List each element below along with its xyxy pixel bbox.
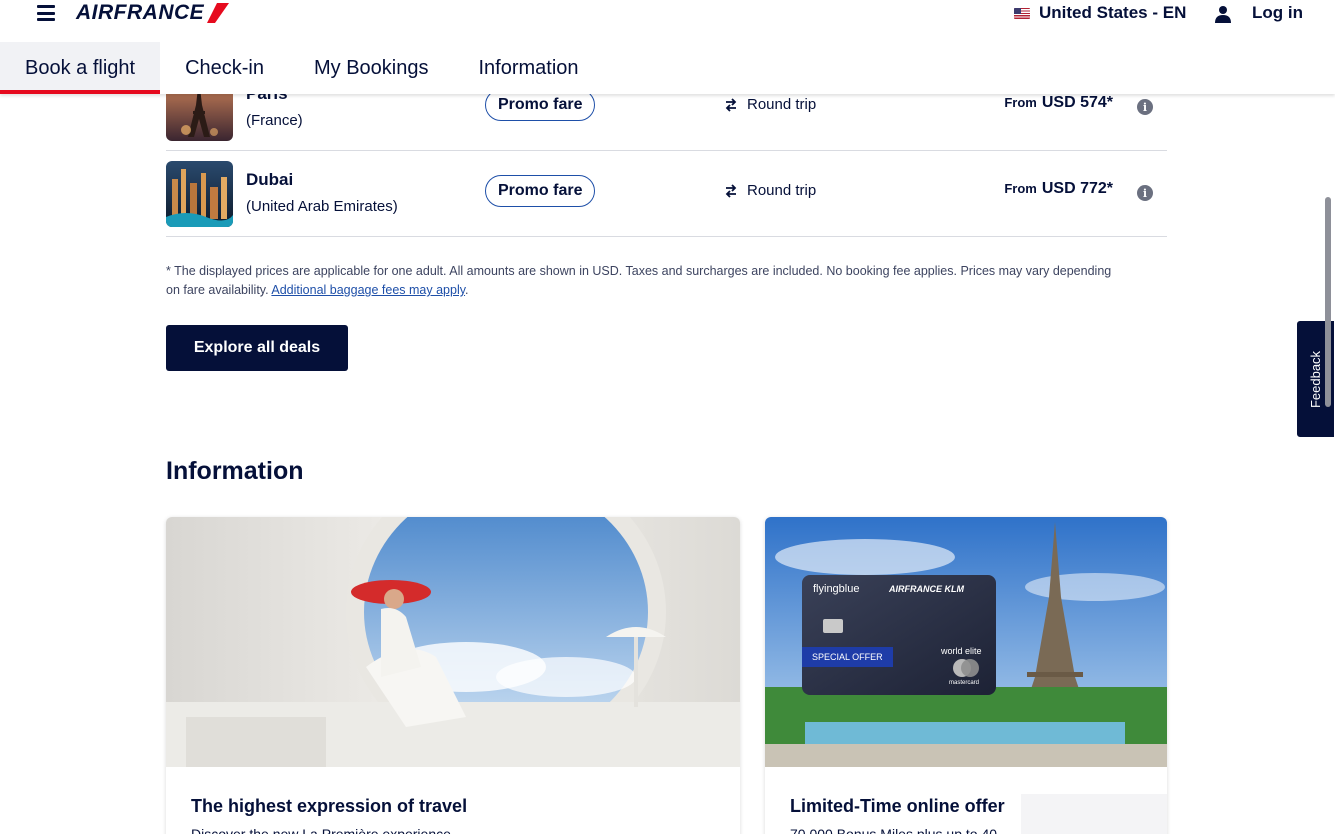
us-flag-icon — [1014, 7, 1030, 19]
dubai-thumbnail — [166, 161, 233, 227]
info-icon[interactable]: i — [1137, 99, 1153, 115]
baggage-fees-link[interactable]: Additional baggage fees may apply — [271, 283, 465, 297]
tab-information[interactable]: Information — [454, 42, 604, 94]
overlay-panel — [1021, 794, 1167, 834]
login-link[interactable]: Log in — [1252, 3, 1303, 23]
price-amount: USD 772* — [1041, 180, 1113, 197]
logo-swoosh-icon — [207, 3, 230, 23]
card-tier-text: world elite — [941, 646, 982, 656]
card-airlines-text: AIRFRANCE KLM — [889, 584, 964, 594]
trip-label: Round trip — [747, 96, 817, 113]
deal-country: (France) — [246, 112, 303, 129]
price-from: From — [1004, 95, 1037, 110]
disclaimer-end: . — [465, 283, 469, 297]
locale-label: United States - EN — [1039, 3, 1187, 22]
main-nav: Book a flight Check-in My Bookings Infor… — [0, 42, 604, 94]
tab-check-in[interactable]: Check-in — [160, 42, 289, 94]
deal-city: Dubai — [246, 170, 294, 189]
special-offer-badge: SPECIAL OFFER — [802, 647, 893, 667]
tab-my-bookings[interactable]: My Bookings — [289, 42, 454, 94]
logo-text: AIRFRANCE — [76, 1, 205, 24]
chip-icon — [823, 619, 843, 633]
airfrance-logo[interactable]: AIRFRANCE — [76, 1, 230, 24]
price-disclaimer: * The displayed prices are applicable fo… — [166, 262, 1126, 300]
card-title: The highest expression of travel — [191, 796, 468, 816]
card-network-text: mastercard — [949, 680, 980, 686]
menu-icon[interactable] — [37, 5, 55, 21]
mastercard-icon — [951, 658, 981, 678]
deal-row-dubai[interactable]: Dubai (United Arab Emirates) Promo fare … — [166, 150, 1167, 237]
trip-type: Round trip — [723, 96, 816, 113]
explore-all-deals-button[interactable]: Explore all deals — [166, 325, 348, 371]
card-description: 70,000 Bonus Miles plus up to 40 — [790, 826, 998, 834]
info-card-credit-offer[interactable]: flyingblue AIRFRANCE KLM SPECIAL OFFER w… — [765, 517, 1167, 834]
feedback-label: Feedback — [1308, 350, 1323, 408]
card-brand-text: flyingblue — [813, 583, 860, 595]
tab-book-a-flight[interactable]: Book a flight — [0, 42, 161, 94]
trip-type: Round trip — [723, 182, 816, 199]
info-card-premiere[interactable]: The highest expression of travel Discove… — [166, 517, 740, 834]
deal-country: (United Arab Emirates) — [246, 198, 398, 215]
site-header: AIRFRANCE United States - EN Log in Book… — [0, 0, 1335, 94]
price-from: From — [1004, 181, 1037, 196]
deal-price: From USD 574* — [1004, 94, 1113, 112]
user-icon[interactable] — [1214, 5, 1232, 23]
trip-label: Round trip — [747, 182, 817, 199]
scrollbar[interactable] — [1325, 197, 1331, 407]
promo-fare-badge: Promo fare — [485, 175, 596, 207]
deal-price: From USD 772* — [1004, 180, 1113, 198]
locale-selector[interactable]: United States - EN — [1014, 3, 1186, 23]
round-trip-icon — [725, 97, 737, 112]
info-icon[interactable]: i — [1137, 185, 1153, 201]
card-description: Discover the new La Première experience — [191, 826, 451, 834]
round-trip-icon — [725, 183, 737, 198]
card-title: Limited-Time online offer — [790, 796, 1005, 816]
credit-card-offer-image: flyingblue AIRFRANCE KLM SPECIAL OFFER w… — [765, 517, 1167, 767]
premiere-image — [166, 517, 740, 767]
price-amount: USD 574* — [1041, 94, 1113, 111]
information-section-title: Information — [166, 457, 304, 485]
